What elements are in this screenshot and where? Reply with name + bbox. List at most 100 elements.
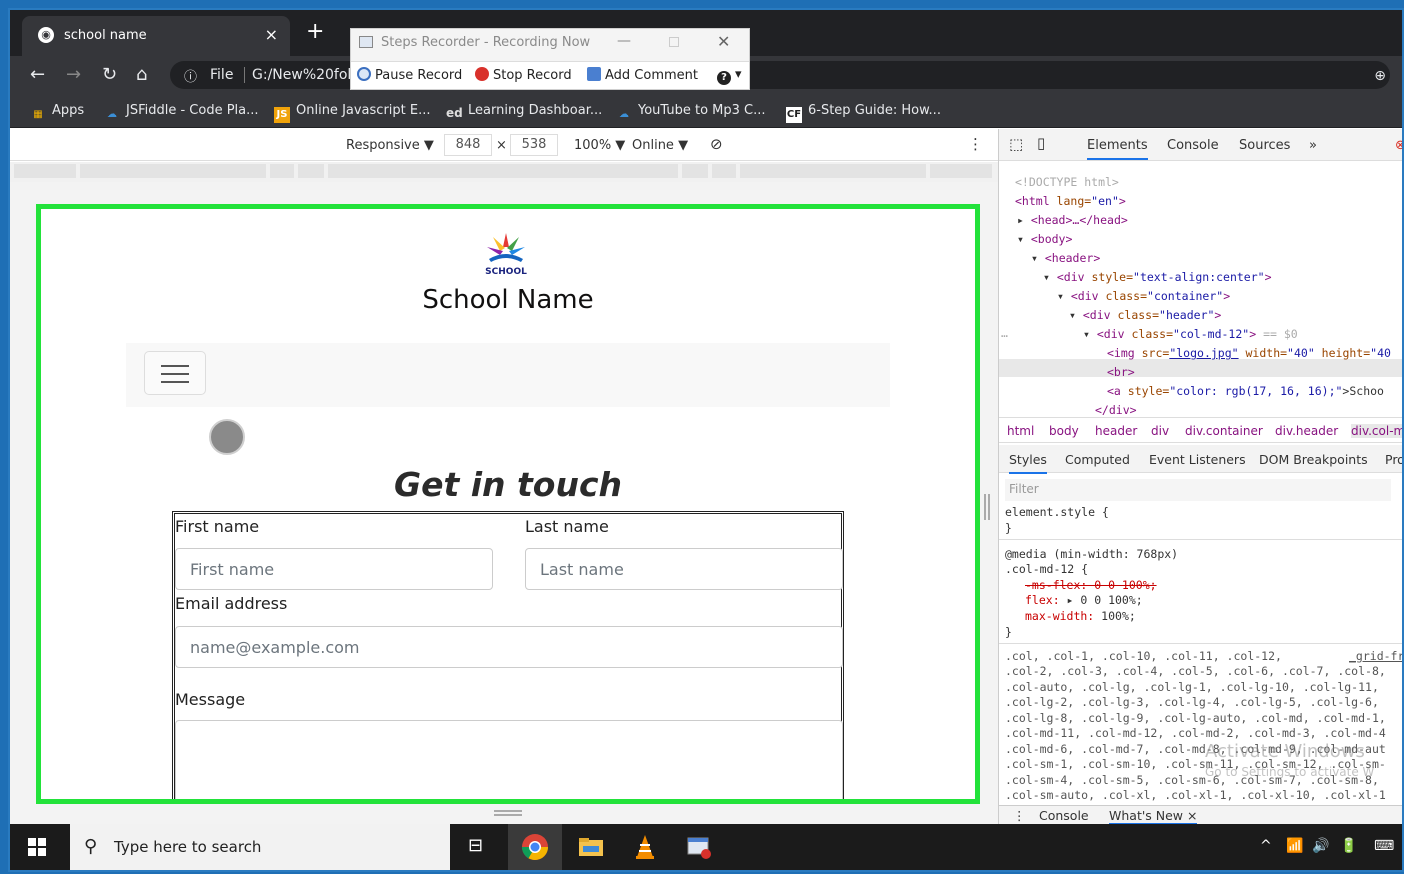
bookmark-youtube-mp3[interactable]: ☁ YouTube to Mp3 C... [616, 103, 766, 123]
error-icon[interactable]: ⊗ [1395, 138, 1402, 153]
rotate-icon[interactable]: ⊘ [710, 135, 723, 153]
bookmark-learning[interactable]: ed Learning Dashboar... [446, 103, 602, 121]
media-query-ruler[interactable] [10, 162, 998, 182]
device-toggle-icon[interactable]: ▯ [1037, 134, 1045, 152]
tab-styles[interactable]: Styles [1009, 452, 1047, 474]
dom-div-header[interactable]: ▾ <div class="header"> [1069, 308, 1221, 322]
more-options-icon[interactable]: ⋮ [968, 135, 983, 153]
drawer-tab-whats-new[interactable]: What's New × [1109, 808, 1198, 824]
height-input[interactable]: 538 [510, 134, 558, 156]
css-selector[interactable]: .col-md-12 { [1005, 562, 1088, 576]
tab-properties[interactable]: Pro [1385, 452, 1402, 467]
task-view-icon[interactable]: ⊟ [468, 835, 483, 856]
crumb-div-container[interactable]: div.container [1185, 424, 1263, 438]
dom-div-center[interactable]: ▾ <div style="text-align:center"> [1043, 270, 1272, 284]
file-explorer-icon[interactable] [576, 832, 606, 862]
taskbar-search[interactable]: ⚲ Type here to search [70, 824, 450, 870]
devtools-tabs: ⬚ ▯ Elements Console Sources » ⊗ [999, 129, 1402, 161]
selector-list-line: .col-md-11, .col-md-12, .col-md-2, .col-… [1005, 726, 1386, 740]
last-name-field[interactable]: Last name [525, 548, 843, 590]
css-max-width[interactable]: max-width: 100%; [1025, 609, 1136, 623]
network-select[interactable]: Online ▼ [632, 138, 688, 153]
dom-head[interactable]: ▸ <head>…</head> [1017, 213, 1128, 227]
pause-icon [357, 67, 371, 81]
dom-header[interactable]: ▾ <header> [1031, 251, 1100, 265]
keyboard-icon[interactable]: ⌨ [1374, 838, 1394, 854]
grid-source-link[interactable]: _grid-fr [1349, 649, 1402, 663]
viewport-resize-handle[interactable] [494, 810, 522, 816]
crumb-div-header[interactable]: div.header [1275, 424, 1338, 438]
dom-img[interactable]: <img src="logo.jpg" width="40" height="4… [1107, 346, 1391, 360]
dom-br[interactable]: <br> [1107, 365, 1135, 379]
chrome-icon[interactable] [520, 832, 550, 862]
maximize-icon[interactable] [669, 37, 679, 47]
viewport-side-resize-handle[interactable] [984, 494, 990, 520]
dom-ellipsis[interactable]: … [1001, 326, 1008, 340]
dom-body[interactable]: ▾ <body> [1017, 232, 1072, 246]
dom-html[interactable]: <html lang="en"> [1015, 194, 1126, 208]
bookmark-apps[interactable]: ▦ Apps [30, 103, 84, 123]
browser-tab[interactable]: ◉ school name × [22, 16, 290, 56]
tab-elements[interactable]: Elements [1087, 138, 1148, 160]
element-style-close: } [1005, 521, 1012, 535]
stop-record-button[interactable]: Stop Record [475, 67, 572, 83]
url-text[interactable]: G:/New%20fol [252, 67, 351, 83]
zoom-icon[interactable]: ⊕ [1374, 68, 1386, 84]
message-field[interactable] [175, 720, 843, 799]
info-icon[interactable]: ⓘ [184, 66, 197, 85]
crumb-body[interactable]: body [1049, 424, 1079, 438]
forward-icon[interactable]: → [66, 64, 81, 85]
screen-frame: ◉ school name × + ← → ↻ ⌂ ⓘ File G:/New%… [8, 8, 1404, 872]
home-icon[interactable]: ⌂ [136, 64, 147, 85]
dom-div-container[interactable]: ▾ <div class="container"> [1057, 289, 1230, 303]
zoom-select[interactable]: 100% ▼ [574, 138, 625, 153]
more-tabs-icon[interactable]: » [1309, 138, 1317, 153]
pause-record-button[interactable]: Pause Record [357, 67, 462, 83]
tab-event-listeners[interactable]: Event Listeners [1149, 452, 1246, 467]
battery-icon[interactable]: 🔋 [1340, 838, 1357, 854]
email-field[interactable]: name@example.com [175, 626, 843, 668]
crumb-div-col[interactable]: div.col-m [1351, 424, 1402, 438]
volume-icon[interactable]: 🔊 [1312, 838, 1329, 854]
help-button[interactable]: ? ▾ [717, 67, 742, 85]
windows-start-icon[interactable] [28, 838, 46, 856]
css-flex[interactable]: flex: ▸ 0 0 100%; [1025, 593, 1143, 607]
drawer-menu-icon[interactable]: ⋮ [1013, 808, 1026, 823]
crumb-header[interactable]: header [1095, 424, 1137, 438]
element-style-rule[interactable]: element.style { [1005, 505, 1109, 519]
new-tab-button[interactable]: + [306, 21, 324, 43]
first-name-field[interactable]: First name [175, 548, 493, 590]
width-input[interactable]: 848 [444, 134, 492, 156]
responsive-select[interactable]: Responsive ▼ [346, 138, 434, 153]
tab-sources[interactable]: Sources [1239, 138, 1290, 153]
drawer-tab-console[interactable]: Console [1039, 808, 1089, 823]
network-icon[interactable]: 📶 [1286, 838, 1303, 854]
tab-computed[interactable]: Computed [1065, 452, 1130, 467]
menu-toggle-button[interactable] [144, 351, 206, 395]
css-ms-flex[interactable]: -ms-flex: 0 0 100%; [1025, 578, 1157, 592]
school-name-link[interactable]: School Name [41, 285, 975, 315]
dom-anchor[interactable]: <a style="color: rgb(17, 16, 16);">Schoo [1107, 384, 1384, 398]
email-label: Email address [175, 594, 288, 613]
crumb-html[interactable]: html [1007, 424, 1034, 438]
styles-filter-input[interactable]: Filter [1005, 479, 1391, 501]
add-comment-button[interactable]: Add Comment [587, 67, 698, 83]
dimension-times: × [496, 138, 507, 153]
dom-div-col-md-12[interactable]: ▾ <div class="col-md-12"> == $0 [1083, 327, 1298, 341]
back-icon[interactable]: ← [30, 64, 45, 85]
tray-chevron-icon[interactable]: ^ [1260, 838, 1272, 854]
tab-console[interactable]: Console [1167, 138, 1219, 153]
vlc-icon[interactable] [630, 832, 660, 862]
dom-div-close[interactable]: </div> [1095, 403, 1137, 417]
bookmark-jsfiddle[interactable]: ☁ JSFiddle - Code Pla... [104, 103, 259, 123]
reload-icon[interactable]: ↻ [102, 64, 117, 85]
bookmark-6-step[interactable]: CF 6-Step Guide: How... [786, 103, 941, 123]
crumb-div[interactable]: div [1151, 424, 1169, 438]
steps-recorder-taskbar-icon[interactable] [684, 832, 714, 862]
close-icon[interactable]: ✕ [717, 32, 730, 51]
inspect-element-icon[interactable]: ⬚ [1009, 135, 1023, 153]
tab-close-icon[interactable]: × [265, 25, 278, 44]
minimize-icon[interactable]: — [617, 33, 631, 49]
tab-dom-breakpoints[interactable]: DOM Breakpoints [1259, 452, 1368, 467]
bookmark-online-js[interactable]: JS Online Javascript E... [274, 103, 431, 123]
